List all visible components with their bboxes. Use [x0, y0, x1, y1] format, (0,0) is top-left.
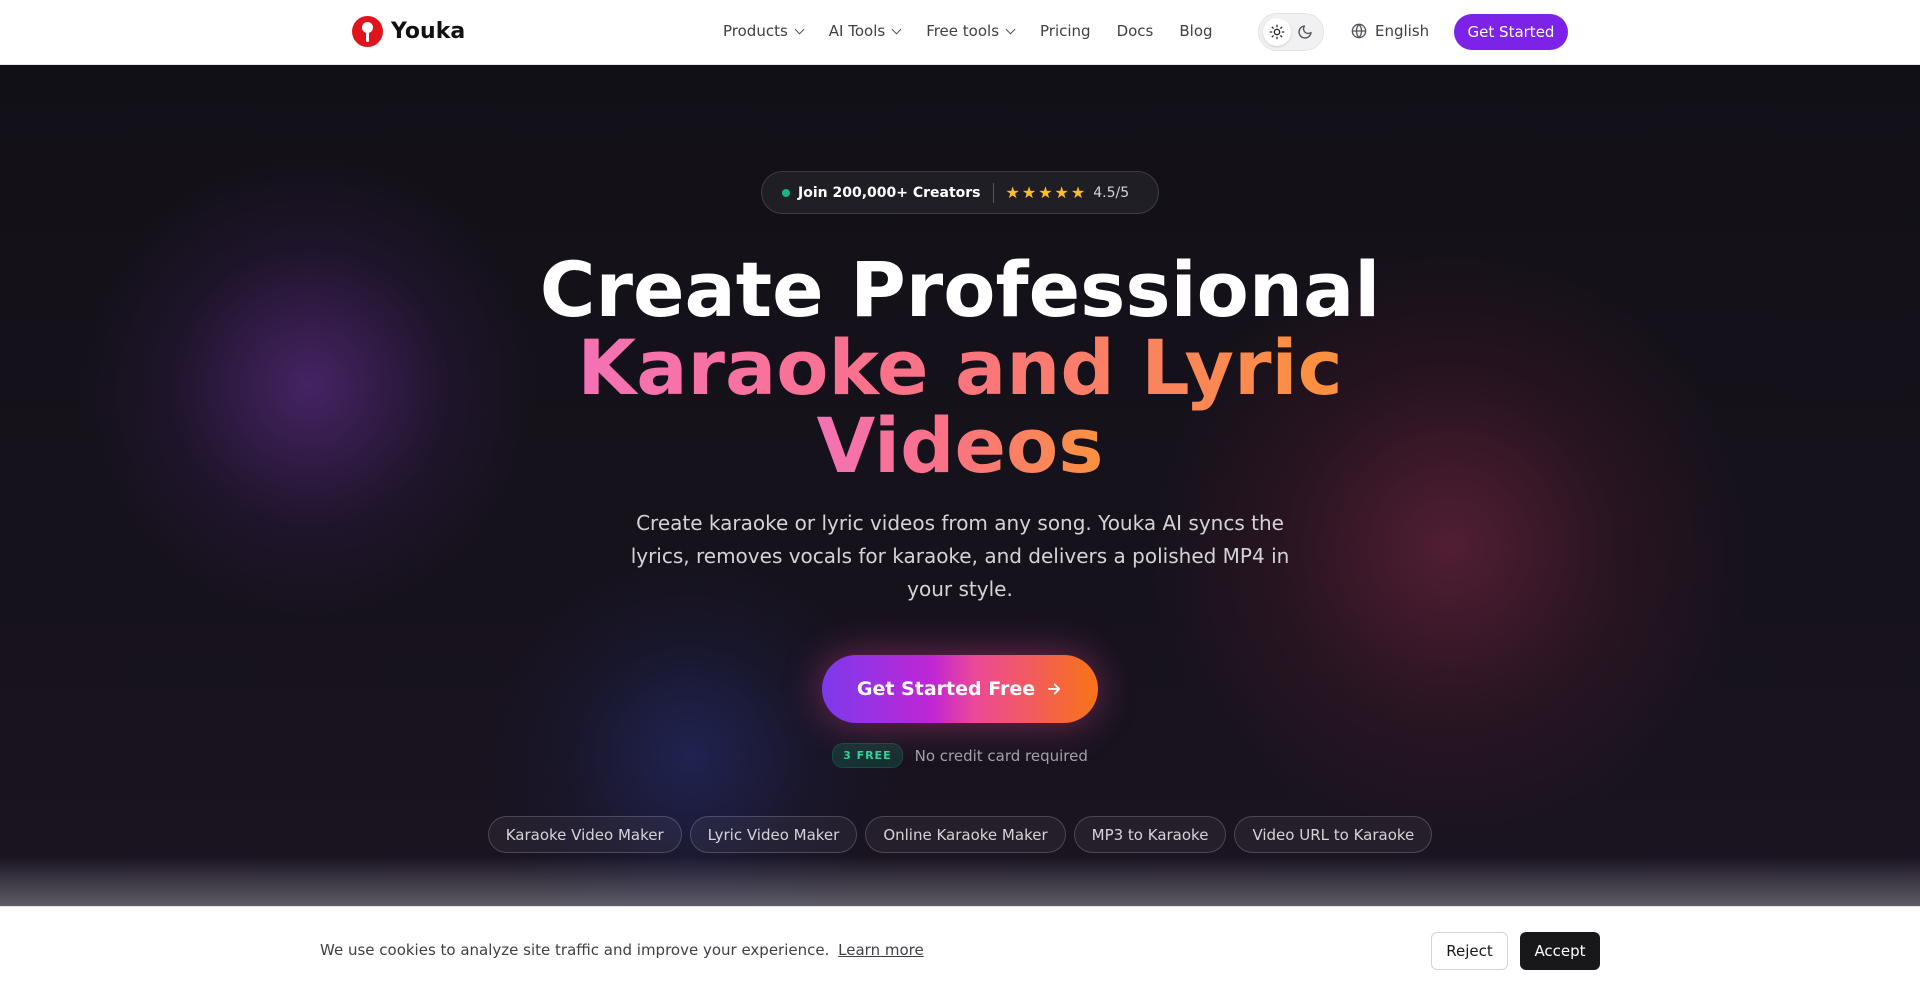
nav-blog[interactable]: Blog — [1179, 22, 1212, 40]
globe-icon — [1351, 23, 1367, 39]
hero-title-line-2: Karaoke and Lyric — [0, 329, 1920, 407]
hero-subtitle: Create karaoke or lyric videos from any … — [630, 511, 1290, 601]
language-selector[interactable]: English — [1351, 22, 1429, 40]
nav-ai-tools[interactable]: AI Tools — [828, 22, 902, 40]
rating-stars: ★ ★ ★ ★ ★ — [1006, 183, 1086, 202]
nav-ai-tools-label: AI Tools — [828, 22, 886, 40]
badge-divider — [992, 182, 994, 203]
logo[interactable]: Youka — [352, 16, 465, 47]
free-offer-row: 3 FREE No credit card required — [0, 743, 1920, 768]
tool-chips: Karaoke Video Maker Lyric Video Maker On… — [0, 816, 1920, 853]
learn-more-link[interactable]: Learn more — [838, 941, 924, 959]
nav-blog-label: Blog — [1179, 22, 1213, 40]
accept-button[interactable]: Accept — [1520, 932, 1600, 970]
nav-products[interactable]: Products — [723, 22, 805, 40]
cookie-message: We use cookies to analyze site traffic a… — [320, 941, 830, 959]
cta-label: Get Started Free — [856, 678, 1036, 700]
light-theme-button[interactable] — [1263, 18, 1291, 46]
nav-products-label: Products — [723, 22, 788, 40]
logo-text: Youka — [391, 19, 466, 44]
get-started-button[interactable]: Get Started — [1454, 14, 1568, 50]
site-header: Youka Products AI Tools Free tools Prici… — [0, 0, 1920, 65]
chevron-down-icon — [1005, 24, 1016, 34]
chevron-down-icon — [794, 24, 805, 34]
chip-lyric-video-maker[interactable]: Lyric Video Maker — [689, 816, 858, 853]
chip-karaoke-video-maker[interactable]: Karaoke Video Maker — [487, 816, 682, 853]
star-icon: ★ — [1021, 183, 1037, 202]
main-nav: Products AI Tools Free tools Pricing Doc… — [723, 22, 1239, 40]
nav-pricing[interactable]: Pricing — [1040, 22, 1091, 40]
free-note: No credit card required — [914, 746, 1088, 765]
hero-title-line-3: Videos — [0, 407, 1920, 485]
free-badge: 3 FREE — [832, 743, 903, 768]
logo-icon — [352, 16, 383, 47]
arrow-right-icon — [1047, 683, 1061, 695]
nav-docs[interactable]: Docs — [1117, 22, 1154, 40]
theme-toggle — [1258, 13, 1324, 51]
get-started-free-button[interactable]: Get Started Free — [822, 655, 1098, 723]
moon-icon — [1298, 25, 1312, 39]
hero-title-highlight-2: Videos — [816, 401, 1104, 490]
nav-free-tools-label: Free tools — [926, 22, 1000, 40]
creators-badge: Join 200,000+ Creators ★ ★ ★ ★ ★ 4.5/5 — [761, 171, 1159, 214]
hero-section: Join 200,000+ Creators ★ ★ ★ ★ ★ 4.5/5 C… — [0, 65, 1920, 906]
star-icon: ★ — [1054, 183, 1069, 202]
nav-docs-label: Docs — [1116, 22, 1154, 40]
chevron-down-icon — [891, 24, 902, 34]
nav-free-tools[interactable]: Free tools — [926, 22, 1016, 40]
hero-title-highlight-1: Karaoke and Lyric — [577, 323, 1343, 412]
hero-title-line-1: Create Professional — [539, 245, 1381, 334]
chip-video-url-to-karaoke[interactable]: Video URL to Karaoke — [1234, 816, 1433, 853]
cookie-message-row: We use cookies to analyze site traffic a… — [320, 941, 924, 959]
dark-theme-button[interactable] — [1291, 18, 1319, 46]
status-dot — [782, 188, 790, 197]
chip-mp3-to-karaoke[interactable]: MP3 to Karaoke — [1073, 816, 1227, 853]
creators-text: Join 200,000+ Creators — [798, 184, 981, 201]
star-icon: ★ — [1070, 183, 1086, 202]
language-label: English — [1375, 22, 1430, 40]
chip-online-karaoke-maker[interactable]: Online Karaoke Maker — [865, 816, 1066, 853]
star-icon: ★ — [1005, 183, 1020, 202]
cookie-banner: We use cookies to analyze site traffic a… — [0, 906, 1920, 993]
rating-value: 4.5/5 — [1093, 184, 1130, 201]
reject-button[interactable]: Reject — [1431, 932, 1508, 970]
sun-icon — [1269, 24, 1285, 40]
hero-bottom-fade — [0, 856, 1920, 906]
nav-pricing-label: Pricing — [1040, 22, 1091, 40]
star-icon: ★ — [1038, 183, 1053, 202]
